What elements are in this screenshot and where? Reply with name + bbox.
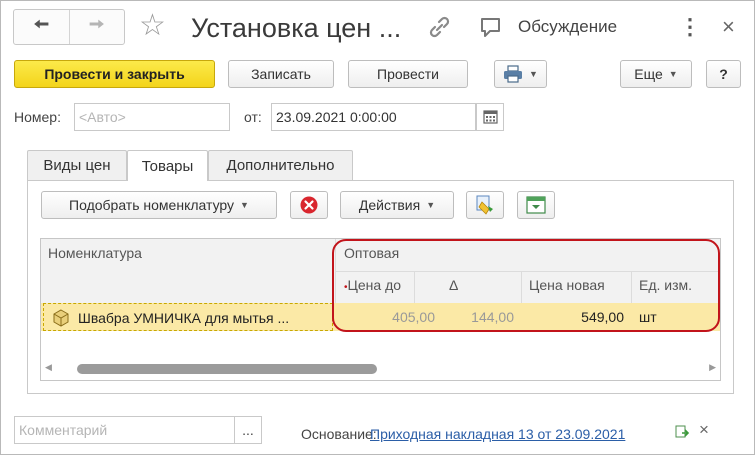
- help-button[interactable]: ?: [706, 60, 741, 88]
- header-item[interactable]: Номенклатура: [48, 245, 142, 261]
- pick-items-button[interactable]: Подобрать номенклатуру ▼: [41, 191, 277, 219]
- document-window: 🠨 🠪 ☆ Установка цен ... Обсуждение ⋮ × П…: [0, 0, 755, 455]
- post-and-close-button[interactable]: Провести и закрыть: [14, 60, 215, 88]
- discussion-icon[interactable]: [479, 16, 503, 40]
- fill-prices-icon: [476, 195, 493, 215]
- scroll-right-icon[interactable]: ▶: [709, 362, 716, 373]
- tab-additional[interactable]: Дополнительно: [208, 150, 353, 180]
- chevron-down-icon: ▼: [240, 200, 249, 210]
- page-title: Установка цен ...: [191, 13, 402, 43]
- pick-items-label: Подобрать номенклатуру: [69, 197, 235, 213]
- column-divider: [521, 271, 522, 303]
- printer-icon: [504, 65, 523, 83]
- delete-icon: [300, 196, 318, 214]
- number-label: Номер:: [14, 109, 61, 125]
- scroll-left-icon[interactable]: ◀: [45, 362, 52, 373]
- post-label: Провести: [377, 66, 439, 82]
- forward-button[interactable]: 🠪: [68, 10, 125, 44]
- item-cell[interactable]: Швабра УМНИЧКА для мытья ...: [43, 303, 333, 331]
- star-icon[interactable]: ☆: [139, 9, 166, 43]
- scrollbar-thumb[interactable]: [77, 364, 377, 374]
- date-label: от:: [244, 109, 262, 125]
- tab-goods-label: Товары: [141, 157, 194, 175]
- clear-basis-icon[interactable]: ×: [699, 420, 709, 440]
- item-name: Швабра УМНИЧКА для мытья ...: [78, 310, 290, 326]
- more-label: Еще: [634, 66, 663, 82]
- header-price-new[interactable]: Цена новая: [529, 277, 605, 293]
- fill-prices-button[interactable]: [466, 191, 504, 219]
- unit-cell[interactable]: шт: [639, 303, 719, 331]
- arrow-left-icon: 🠨: [33, 14, 50, 36]
- post-button[interactable]: Провести: [348, 60, 468, 88]
- date-input[interactable]: 23.09.2021 0:00:00: [271, 103, 476, 131]
- group-divider: [335, 271, 720, 272]
- print-button[interactable]: ▼: [494, 60, 547, 88]
- navigation-group: 🠨 🠪: [13, 9, 125, 45]
- comment-input[interactable]: Комментарий: [14, 416, 235, 444]
- back-button[interactable]: 🠨: [14, 10, 69, 44]
- header-unit[interactable]: Ед. изм.: [639, 277, 692, 293]
- header-price-before-label: Цена до: [347, 277, 402, 293]
- actions-label: Действия: [358, 197, 421, 213]
- table-settings-button[interactable]: [517, 191, 555, 219]
- delete-row-button[interactable]: [290, 191, 328, 219]
- vertical-dots-icon[interactable]: ⋮: [679, 13, 701, 41]
- goods-table: Номенклатура Оптовая •Цена до Δ Цена нов…: [40, 238, 721, 381]
- link-icon[interactable]: [425, 13, 453, 41]
- more-button[interactable]: Еще ▼: [620, 60, 692, 88]
- comment-open-button[interactable]: ...: [234, 416, 262, 444]
- tab-price-types[interactable]: Виды цен: [27, 150, 127, 180]
- tab-price-types-label: Виды цен: [43, 157, 111, 174]
- write-button[interactable]: Записать: [228, 60, 334, 88]
- discussion-label[interactable]: Обсуждение: [518, 16, 617, 38]
- write-label: Записать: [251, 66, 311, 82]
- chevron-down-icon: ▼: [668, 69, 678, 79]
- column-divider: [414, 271, 415, 303]
- number-input[interactable]: <Авто>: [74, 103, 230, 131]
- price-new-cell[interactable]: 549,00: [521, 303, 624, 331]
- tab-additional-label: Дополнительно: [226, 157, 335, 174]
- actions-button[interactable]: Действия ▼: [340, 191, 454, 219]
- open-basis-icon[interactable]: [674, 424, 690, 440]
- chevron-down-icon: ▼: [529, 69, 538, 79]
- header-delta[interactable]: Δ: [449, 277, 458, 293]
- post-and-close-label: Провести и закрыть: [44, 66, 185, 82]
- calendar-icon: [483, 110, 498, 124]
- header-group-wholesale: Оптовая: [344, 245, 400, 261]
- arrow-right-icon: 🠪: [88, 14, 105, 36]
- help-label: ?: [719, 66, 728, 82]
- delta-cell[interactable]: 144,00: [414, 303, 514, 331]
- product-box-icon: [53, 309, 69, 327]
- basis-label: Основание:: [301, 426, 377, 442]
- column-divider: [631, 271, 632, 303]
- chevron-down-icon: ▼: [426, 200, 436, 210]
- tab-goods[interactable]: Товары: [127, 150, 208, 181]
- column-divider: [335, 239, 336, 271]
- basis-link[interactable]: Приходная накладная 13 от 23.09.2021: [370, 424, 625, 444]
- calendar-button[interactable]: [476, 103, 504, 131]
- header-price-before[interactable]: •Цена до: [344, 277, 401, 293]
- close-icon[interactable]: ×: [722, 13, 735, 41]
- horizontal-scrollbar[interactable]: ◀ ▶: [45, 362, 716, 374]
- column-divider: [335, 271, 336, 303]
- table-settings-icon: [526, 196, 546, 214]
